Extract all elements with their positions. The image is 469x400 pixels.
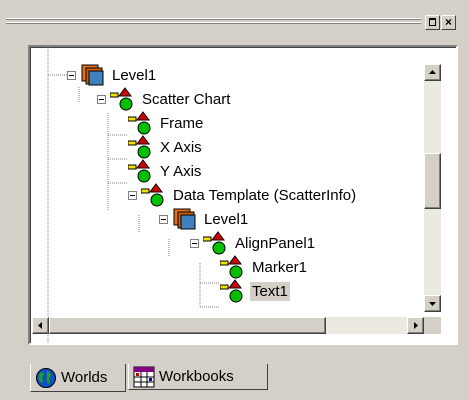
chart-shapes-icon xyxy=(127,111,154,135)
tree-node-text1[interactable]: Text1 xyxy=(219,279,290,303)
tree-node-marker1[interactable]: Marker1 xyxy=(219,255,309,279)
collapse-toggle[interactable] xyxy=(67,70,76,80)
scroll-down-button[interactable] xyxy=(424,295,441,312)
tree-node-label: AlignPanel1 xyxy=(235,234,316,252)
horizontal-scroll-thumb[interactable] xyxy=(49,317,326,334)
tree-view[interactable]: Level1 Scatter Chart Frame X Axis Y Axis xyxy=(28,45,458,345)
arrow-down-icon xyxy=(429,302,436,306)
tree-node-label: Data Template (ScatterInfo) xyxy=(173,186,357,204)
tree-node-frame[interactable]: Frame xyxy=(127,111,205,135)
restore-icon xyxy=(429,18,436,26)
chart-shapes-icon xyxy=(219,255,246,279)
scroll-corner xyxy=(424,317,441,334)
collapse-toggle[interactable] xyxy=(128,190,137,200)
close-button[interactable]: × xyxy=(441,15,456,30)
tree-node-label: Level1 xyxy=(112,66,157,84)
tree-node-label: Level1 xyxy=(204,210,249,228)
arrow-left-icon xyxy=(38,322,42,329)
chart-shapes-icon xyxy=(219,279,246,303)
tree-node-label: Y Axis xyxy=(160,162,202,180)
chart-shapes-icon xyxy=(127,135,154,159)
level-icon xyxy=(172,207,198,231)
tree-node-label: Frame xyxy=(160,114,204,132)
chart-shapes-icon xyxy=(140,183,167,207)
scroll-up-button[interactable] xyxy=(424,64,441,81)
tree-node-level1-nested[interactable]: Level1 xyxy=(159,207,250,231)
tree-node-label: Scatter Chart xyxy=(142,90,231,108)
tab-worlds[interactable]: Worlds xyxy=(30,364,126,392)
tree-node-label: X Axis xyxy=(160,138,202,156)
chart-shapes-icon xyxy=(109,87,136,111)
globe-icon xyxy=(36,367,56,388)
title-bar-grip[interactable] xyxy=(6,17,421,26)
vertical-scrollbar[interactable] xyxy=(424,64,441,312)
tree-node-scatter-chart[interactable]: Scatter Chart xyxy=(97,87,232,111)
tab-workbooks[interactable]: Workbooks xyxy=(128,364,268,390)
arrow-right-icon xyxy=(414,322,418,329)
vertical-scroll-thumb[interactable] xyxy=(424,153,441,209)
tree-node-label-selected: Text1 xyxy=(250,281,290,301)
horizontal-scrollbar[interactable] xyxy=(32,317,424,334)
restore-button[interactable] xyxy=(425,15,440,30)
tree-node-x-axis[interactable]: X Axis xyxy=(127,135,204,159)
tree-node-alignpanel1[interactable]: AlignPanel1 xyxy=(190,231,317,255)
chart-shapes-icon xyxy=(202,231,229,255)
tree-node-level1[interactable]: Level1 xyxy=(67,63,158,87)
workbook-icon xyxy=(133,366,155,387)
collapse-toggle[interactable] xyxy=(159,214,168,224)
tab-label: Workbooks xyxy=(159,368,234,385)
tree-node-y-axis[interactable]: Y Axis xyxy=(127,159,203,183)
level-icon xyxy=(80,63,106,87)
chart-shapes-icon xyxy=(127,159,154,183)
collapse-toggle[interactable] xyxy=(190,238,199,248)
tree-node-label: Marker1 xyxy=(252,258,308,276)
collapse-toggle[interactable] xyxy=(97,94,106,104)
tree-node-data-template[interactable]: Data Template (ScatterInfo) xyxy=(128,183,358,207)
scroll-right-button[interactable] xyxy=(407,317,424,334)
scroll-left-button[interactable] xyxy=(32,317,49,334)
arrow-up-icon xyxy=(429,70,436,74)
tab-label: Worlds xyxy=(61,369,108,386)
